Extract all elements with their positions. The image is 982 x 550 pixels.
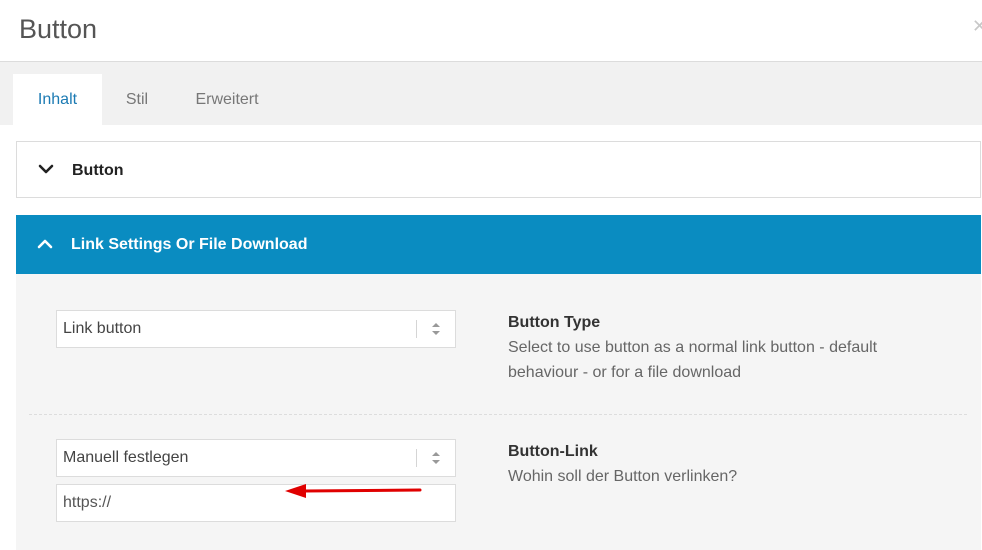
tab-content: Button Link Settings Or File Download Li… — [0, 125, 982, 550]
button-type-title: Button Type — [508, 314, 601, 331]
section-button-header[interactable]: Button — [16, 141, 981, 198]
section-link-header[interactable]: Link Settings Or File Download — [16, 215, 981, 274]
field-divider — [29, 414, 967, 415]
tab-stil[interactable]: Stil — [110, 74, 164, 125]
dialog-header: Button ✕ — [0, 0, 982, 62]
button-type-description: Select to use button as a normal link bu… — [508, 339, 878, 381]
button-link-select[interactable]: Manuell festlegen — [56, 439, 456, 477]
tab-inhalt[interactable]: Inhalt — [13, 74, 102, 125]
select-arrows-icon — [432, 452, 440, 464]
section-link-label: Link Settings Or File Download — [71, 236, 308, 253]
button-type-value: Link button — [63, 320, 142, 337]
section-button-label: Button — [72, 162, 124, 179]
select-divider — [416, 449, 417, 467]
tab-erweitert[interactable]: Erweitert — [182, 74, 272, 125]
button-type-select[interactable]: Link button — [56, 310, 456, 348]
button-link-value: Manuell festlegen — [63, 449, 189, 466]
close-icon[interactable]: ✕ — [972, 18, 982, 34]
select-divider — [416, 320, 417, 338]
select-arrows-icon — [432, 323, 440, 335]
annotation-arrow — [285, 484, 422, 498]
section-link-body: Link button Button Type Select to use bu… — [16, 274, 981, 550]
tab-bar: Inhalt Stil Erweitert — [0, 62, 982, 125]
chevron-up-icon — [37, 239, 53, 249]
chevron-down-icon — [38, 164, 54, 174]
button-link-description: Wohin soll der Button verlinken? — [508, 468, 738, 485]
button-link-title: Button-Link — [508, 443, 598, 460]
dialog-title: Button — [19, 14, 98, 44]
